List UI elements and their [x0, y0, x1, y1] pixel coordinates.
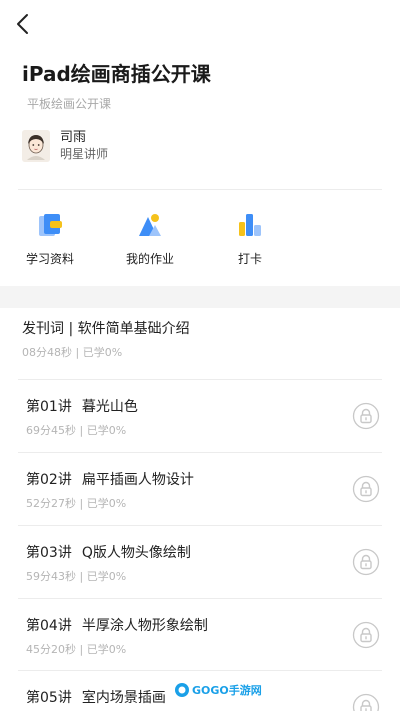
- action-row: 学习资料 我的作业 打卡: [0, 210, 400, 276]
- lesson-meta: 45分20秒 | 已学0%: [26, 643, 127, 656]
- lock-icon: [352, 548, 380, 576]
- lesson-item[interactable]: 第02讲 扁平插画人物设计 52分27秒 | 已学0%: [18, 452, 382, 525]
- lock-icon: [352, 621, 380, 649]
- course-title: iPad绘画商插公开课: [22, 62, 211, 86]
- lesson-number: 第02讲: [26, 472, 72, 488]
- lesson-item[interactable]: 第01讲 暮光山色 69分45秒 | 已学0%: [18, 379, 382, 452]
- section-spacer: [0, 286, 400, 308]
- checkin-label: 打卡: [237, 252, 262, 266]
- lesson-name: Q版人物头像绘制: [81, 545, 191, 561]
- checkin-icon: [239, 214, 261, 236]
- back-button[interactable]: [12, 10, 36, 38]
- homework-label: 我的作业: [125, 252, 174, 266]
- lesson-name: 半厚涂人物形象绘制: [81, 618, 208, 634]
- lesson-number: 第03讲: [26, 545, 72, 561]
- lesson-meta: 69分45秒 | 已学0%: [26, 424, 127, 437]
- homework-icon: [139, 214, 161, 236]
- teacher-card[interactable]: 司雨 明星讲师: [22, 128, 108, 164]
- lesson-meta: 59分43秒 | 已学0%: [26, 570, 127, 583]
- watermark: GOGO手游网: [174, 682, 262, 698]
- chevron-left-icon: [17, 14, 28, 34]
- homework-button[interactable]: 我的作业: [113, 210, 187, 267]
- lock-icon: [352, 402, 380, 430]
- lesson-item[interactable]: 第04讲 半厚涂人物形象绘制 45分20秒 | 已学0%: [18, 598, 382, 671]
- lesson-meta: 52分27秒 | 已学0%: [26, 497, 127, 510]
- course-subtitle: 平板绘画公开课: [27, 97, 112, 111]
- lesson-name: 扁平插画人物设计: [81, 472, 194, 488]
- avatar: [22, 130, 50, 162]
- teacher-name: 司雨: [60, 130, 87, 145]
- lesson-name: 室内场景插画: [81, 690, 166, 706]
- watermark-logo-icon: [175, 683, 189, 697]
- teacher-role: 明星讲师: [60, 147, 109, 161]
- lesson-number: 第01讲: [26, 399, 72, 415]
- study-material-button[interactable]: 学习资料: [13, 210, 87, 267]
- study-material-icon: [39, 214, 62, 236]
- lesson-number: 第05讲: [26, 690, 72, 706]
- lesson-name: 暮光山色: [81, 399, 138, 415]
- watermark-text: GOGO手游网: [192, 684, 262, 697]
- checkin-button[interactable]: 打卡: [213, 210, 287, 267]
- intro-meta: 08分48秒 | 已学0%: [22, 346, 123, 359]
- course-detail-page: iPad绘画商插公开课 平板绘画公开课 司雨 明星讲师 学习资料 我的作业 打卡…: [0, 0, 400, 711]
- lesson-number: 第04讲: [26, 618, 72, 634]
- intro-item[interactable]: 发刊词 | 软件简单基础介绍 08分48秒 | 已学0%: [22, 318, 380, 378]
- lock-icon: [352, 693, 380, 711]
- lock-icon: [352, 475, 380, 503]
- intro-title: 发刊词 | 软件简单基础介绍: [22, 321, 190, 337]
- study-material-label: 学习资料: [25, 252, 74, 266]
- lesson-item[interactable]: 第03讲 Q版人物头像绘制 59分43秒 | 已学0%: [18, 525, 382, 598]
- divider: [18, 189, 382, 190]
